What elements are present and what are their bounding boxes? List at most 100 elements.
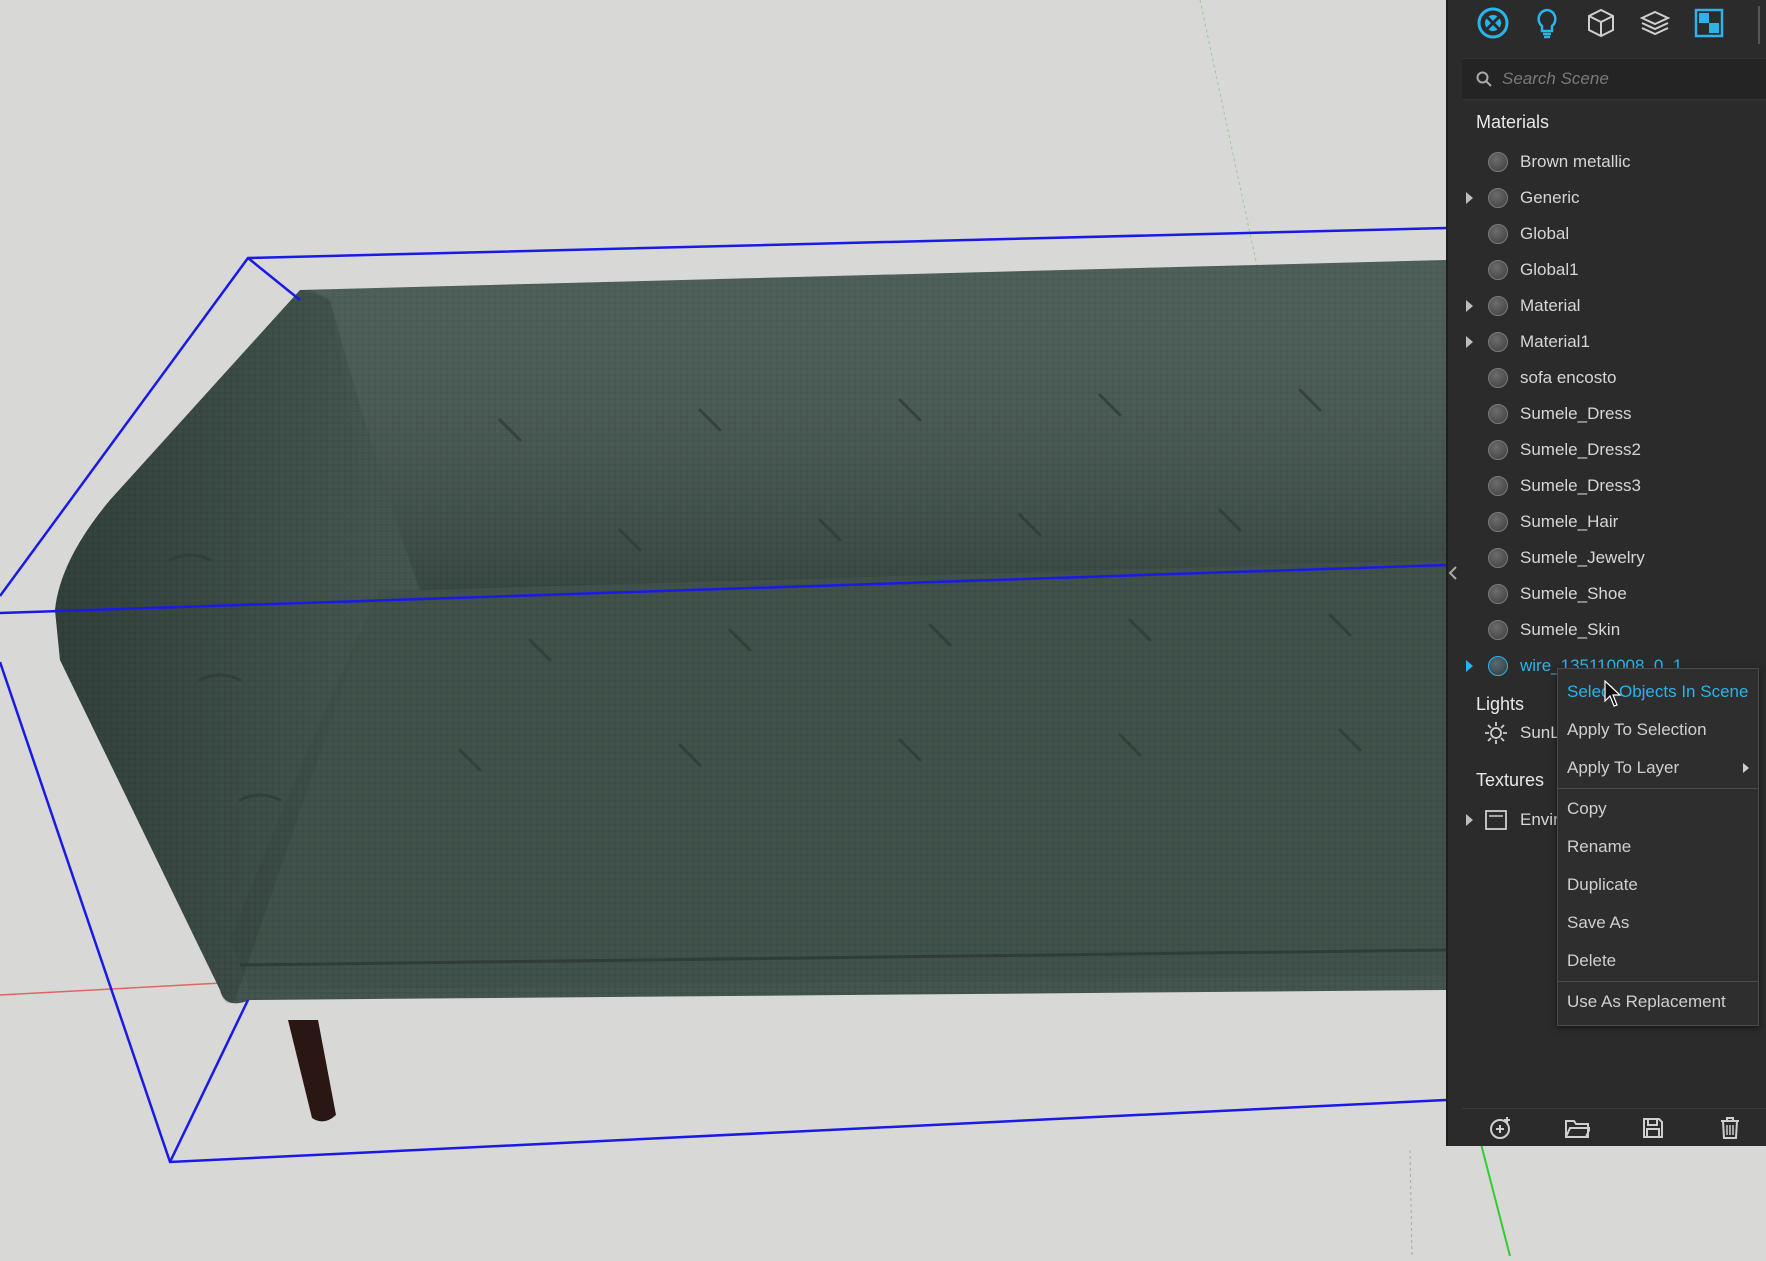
light-label: SunL bbox=[1520, 723, 1560, 742]
material-label: Global1 bbox=[1520, 260, 1579, 279]
menu-item-apply-to-layer[interactable]: Apply To Layer bbox=[1558, 749, 1758, 787]
section-title-textures: Textures bbox=[1476, 770, 1545, 790]
material-label: Material bbox=[1520, 296, 1581, 315]
menu-item-label: Apply To Selection bbox=[1567, 720, 1707, 739]
context-menu: Select Objects In Scene Apply To Selectio… bbox=[1557, 668, 1759, 1026]
list-item-material[interactable]: Global bbox=[1448, 216, 1766, 252]
material-label: Sumele_Shoe bbox=[1520, 584, 1627, 603]
trash-icon bbox=[1720, 1117, 1739, 1139]
expand-arrow-icon[interactable] bbox=[1466, 336, 1473, 348]
y-axis-guide bbox=[1199, 0, 1261, 281]
panel-tabs bbox=[1448, 0, 1766, 46]
material-sphere-icon bbox=[1488, 548, 1508, 568]
list-item-material[interactable]: Global1 bbox=[1448, 252, 1766, 288]
menu-divider bbox=[1558, 788, 1758, 789]
material-label: Sumele_Hair bbox=[1520, 512, 1619, 531]
tab-lights[interactable] bbox=[1530, 6, 1564, 40]
menu-item-duplicate[interactable]: Duplicate bbox=[1558, 866, 1758, 904]
menu-item-label: Select Objects In Scene bbox=[1567, 682, 1749, 701]
list-item-material[interactable]: Sumele_Hair bbox=[1448, 504, 1766, 540]
search-icon bbox=[1476, 71, 1492, 87]
tab-textures[interactable] bbox=[1692, 6, 1726, 40]
open-button[interactable] bbox=[1562, 1113, 1592, 1143]
menu-item-delete[interactable]: Delete bbox=[1558, 942, 1758, 980]
menu-item-select-objects-in-scene[interactable]: Select Objects In Scene bbox=[1558, 673, 1758, 711]
material-label: Material1 bbox=[1520, 332, 1590, 351]
menu-item-use-as-replacement[interactable]: Use As Replacement bbox=[1558, 983, 1758, 1021]
menu-item-apply-to-selection[interactable]: Apply To Selection bbox=[1558, 711, 1758, 749]
material-label: Brown metallic bbox=[1520, 152, 1631, 171]
expand-arrow-icon[interactable] bbox=[1466, 660, 1473, 672]
material-label: Sumele_Jewelry bbox=[1520, 548, 1645, 567]
menu-item-label: Use As Replacement bbox=[1567, 992, 1726, 1011]
add-material-icon bbox=[1490, 1117, 1511, 1139]
material-sphere-icon bbox=[1488, 584, 1508, 604]
list-item-material[interactable]: Sumele_Shoe bbox=[1448, 576, 1766, 612]
menu-item-label: Delete bbox=[1567, 951, 1617, 970]
list-item-material[interactable]: Material1 bbox=[1448, 324, 1766, 360]
save-icon bbox=[1643, 1118, 1664, 1138]
material-sphere-icon bbox=[1488, 188, 1508, 208]
material-sphere-icon bbox=[1488, 656, 1508, 676]
search-box bbox=[1462, 58, 1766, 100]
material-label: Sumele_Dress bbox=[1520, 404, 1632, 423]
menu-item-label: Save As bbox=[1567, 913, 1630, 932]
expand-arrow-icon[interactable] bbox=[1466, 192, 1473, 204]
list-item-material[interactable]: Generic bbox=[1448, 180, 1766, 216]
material-sphere-icon bbox=[1488, 152, 1508, 172]
material-label: Sumele_Skin bbox=[1520, 620, 1621, 639]
material-label: Generic bbox=[1520, 188, 1580, 207]
tab-model[interactable] bbox=[1584, 6, 1618, 40]
materials-icon bbox=[1477, 7, 1509, 39]
tab-materials[interactable] bbox=[1476, 6, 1510, 40]
save-button[interactable] bbox=[1638, 1113, 1668, 1143]
list-item-material[interactable]: sofa encosto bbox=[1448, 360, 1766, 396]
list-item-material[interactable]: Sumele_Skin bbox=[1448, 612, 1766, 648]
y-axis-line bbox=[1479, 1139, 1511, 1257]
material-sphere-icon bbox=[1488, 512, 1508, 532]
section-title-lights: Lights bbox=[1476, 694, 1525, 714]
submenu-arrow-icon bbox=[1743, 763, 1749, 773]
sofa-leg bbox=[288, 1020, 336, 1122]
menu-item-label: Duplicate bbox=[1567, 875, 1638, 894]
material-sphere-icon bbox=[1488, 260, 1508, 280]
material-sphere-icon bbox=[1488, 368, 1508, 388]
material-sphere-icon bbox=[1488, 224, 1508, 244]
menu-item-rename[interactable]: Rename bbox=[1558, 828, 1758, 866]
open-folder-icon bbox=[1564, 1120, 1590, 1138]
material-sphere-icon bbox=[1488, 296, 1508, 316]
material-label: Sumele_Dress2 bbox=[1520, 440, 1641, 459]
list-item-material[interactable]: Material bbox=[1448, 288, 1766, 324]
menu-item-label: Copy bbox=[1567, 799, 1607, 818]
panel-actions bbox=[1462, 1108, 1766, 1147]
material-sphere-icon bbox=[1488, 404, 1508, 424]
list-item-material[interactable]: Brown metallic bbox=[1448, 144, 1766, 180]
material-label: Global bbox=[1520, 224, 1570, 243]
menu-item-save-as[interactable]: Save As bbox=[1558, 904, 1758, 942]
material-sphere-icon bbox=[1488, 440, 1508, 460]
texture-image-icon bbox=[1485, 810, 1507, 830]
delete-button[interactable] bbox=[1715, 1113, 1745, 1143]
materials-list: Brown metallic Generic Global Global1 Materi… bbox=[1448, 144, 1766, 684]
expand-arrow-icon[interactable] bbox=[1466, 300, 1473, 312]
section-title-materials: Materials bbox=[1476, 112, 1550, 132]
material-sphere-icon bbox=[1488, 332, 1508, 352]
layers-icon bbox=[1639, 10, 1671, 36]
list-item-material[interactable]: Sumele_Dress2 bbox=[1448, 432, 1766, 468]
search-input[interactable] bbox=[1500, 68, 1744, 90]
material-sphere-icon bbox=[1488, 476, 1508, 496]
sun-icon bbox=[1485, 722, 1507, 744]
expand-arrow-icon[interactable] bbox=[1466, 814, 1473, 826]
list-item-material[interactable]: Sumele_Jewelry bbox=[1448, 540, 1766, 576]
lights-icon bbox=[1537, 8, 1557, 39]
material-label: Sumele_Dress3 bbox=[1520, 476, 1641, 495]
list-item-material[interactable]: Sumele_Dress bbox=[1448, 396, 1766, 432]
model-icon bbox=[1588, 8, 1614, 38]
menu-item-label: Rename bbox=[1567, 837, 1632, 856]
list-item-material[interactable]: Sumele_Dress3 bbox=[1448, 468, 1766, 504]
add-material-button[interactable] bbox=[1485, 1113, 1515, 1143]
menu-item-copy[interactable]: Copy bbox=[1558, 790, 1758, 828]
textures-icon bbox=[1694, 8, 1724, 38]
tab-layers[interactable] bbox=[1638, 6, 1672, 40]
menu-divider bbox=[1558, 981, 1758, 982]
